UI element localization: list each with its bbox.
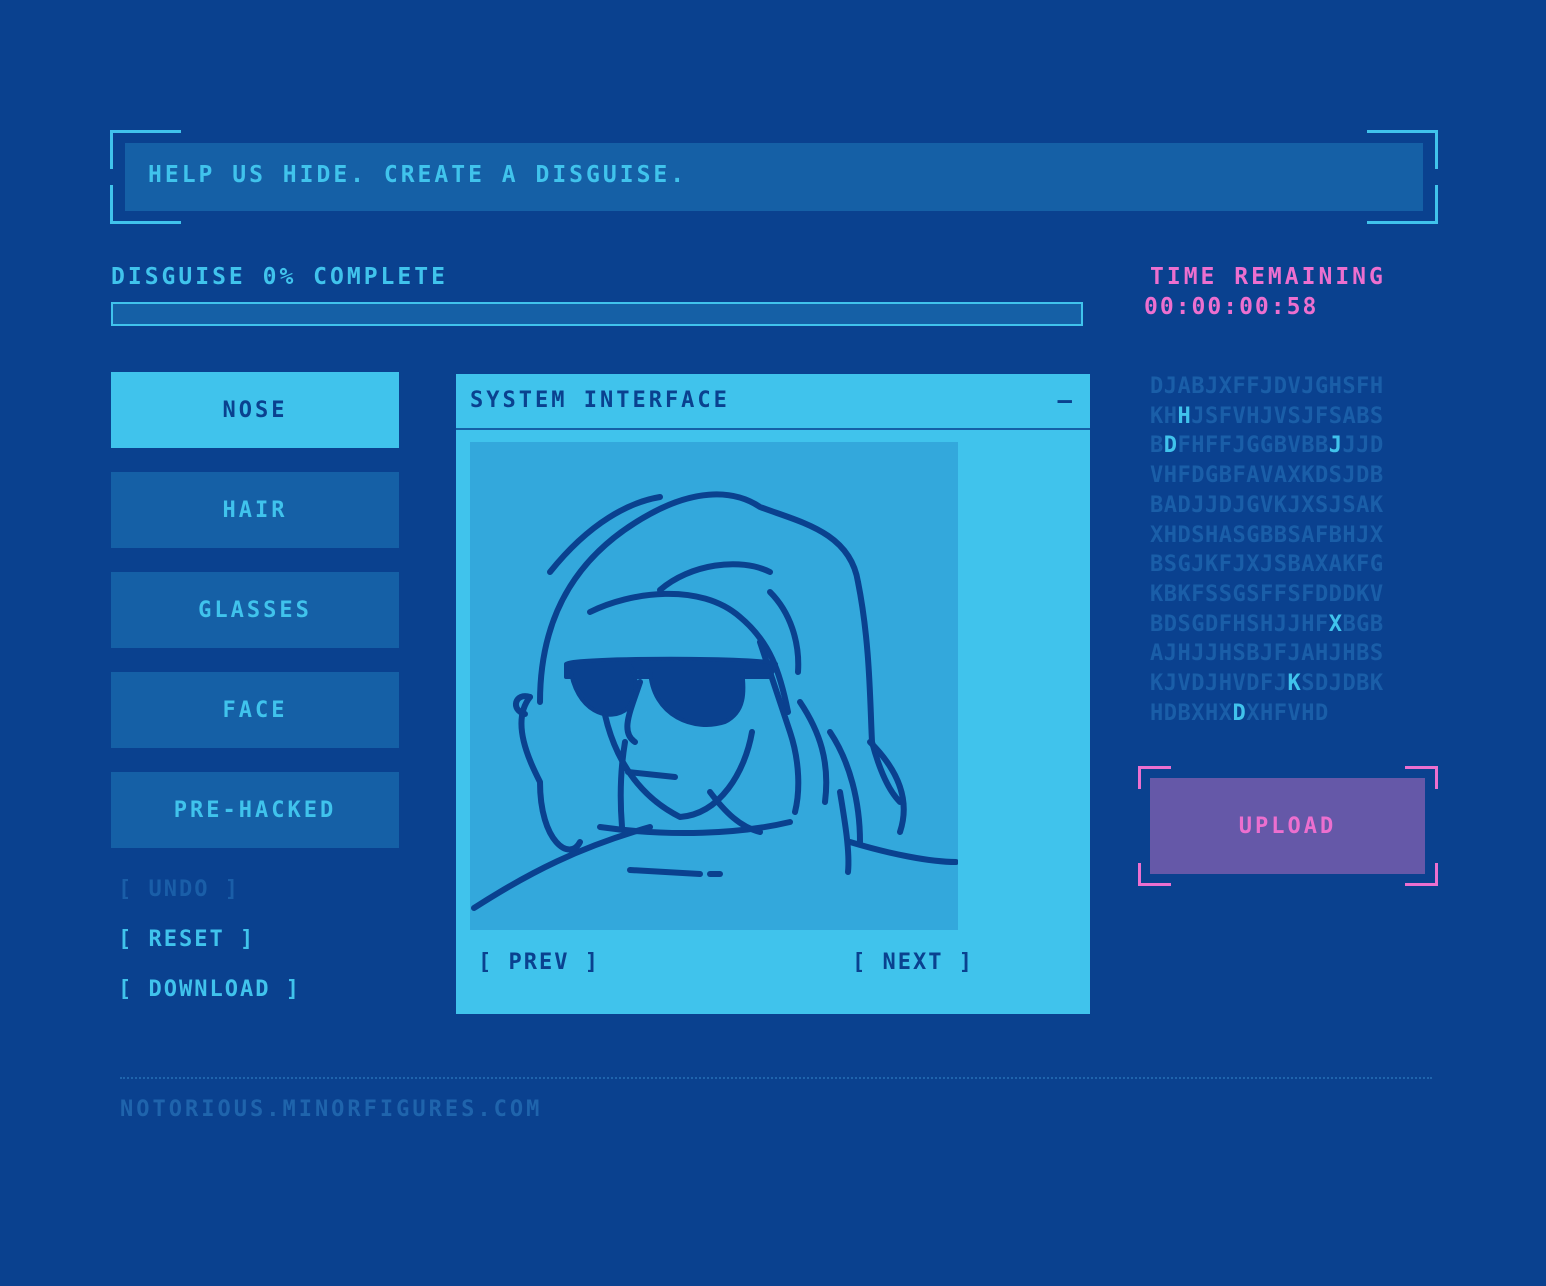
instruction-banner: HELP US HIDE. CREATE A DISGUISE.: [110, 130, 1438, 224]
time-remaining-value: 00:00:00:58: [1144, 294, 1319, 320]
next-button[interactable]: [ NEXT ]: [852, 950, 974, 975]
category-nose-button[interactable]: NOSE: [111, 372, 399, 448]
code-line: HDBXHXDXHFVHD: [1150, 700, 1329, 726]
code-line: BDSGDFHSHJJHFXBGB: [1150, 611, 1384, 637]
system-interface-panel: SYSTEM INTERFACE — [PREV] [NEXT]: [456, 374, 1090, 1014]
progress-label: DISGUISE 0% COMPLETE: [111, 264, 448, 290]
upload-button[interactable]: UPLOAD: [1150, 778, 1425, 874]
category-glasses-button[interactable]: GLASSES: [111, 572, 399, 648]
code-line: BADJJDJGVKJXSJSAK: [1150, 492, 1384, 518]
avatar-portrait: [470, 442, 958, 930]
code-line: DJABJXFFJDVJGHSFH: [1150, 374, 1384, 399]
banner-inner: HELP US HIDE. CREATE A DISGUISE.: [125, 143, 1423, 211]
footer-divider: [120, 1077, 1432, 1079]
code-line: KBKFSSGSFFSFDDDKV: [1150, 581, 1384, 607]
minimize-button[interactable]: —: [1058, 386, 1072, 414]
avatar-illustration: [471, 491, 958, 911]
code-line: XHDSHASGBBSAFBHJX: [1150, 522, 1384, 548]
code-line: KJVDJHVDFJKSDJDBK: [1150, 671, 1384, 697]
category-hair-button[interactable]: HAIR: [111, 472, 399, 548]
code-line: AJHJJHSBJFJAHJHBS: [1150, 641, 1384, 667]
download-button[interactable]: [ DOWNLOAD ]: [118, 977, 301, 1002]
footer-link[interactable]: NOTORIOUS.MINORFIGURES.COM: [120, 1097, 542, 1122]
code-stream: DJABJXFFJDVJGHSFH KHHJSFVHJVSJFSABS BDFH…: [1150, 372, 1384, 728]
code-line: VHFDGBFAVAXKDSJDB: [1150, 463, 1384, 489]
category-face-button[interactable]: FACE: [111, 672, 399, 748]
code-line: BDFHFFJGGBVBBJJJD: [1150, 433, 1384, 459]
undo-button[interactable]: [ UNDO ]: [118, 877, 240, 902]
upload-frame: UPLOAD: [1138, 766, 1438, 886]
time-remaining-label: TIME REMAINING: [1150, 264, 1386, 290]
banner-text: HELP US HIDE. CREATE A DISGUISE.: [148, 162, 688, 188]
panel-header: SYSTEM INTERFACE —: [456, 374, 1090, 430]
prev-button[interactable]: [ PREV ]: [478, 950, 600, 975]
progress-bar: [111, 302, 1083, 326]
category-pre-hacked-button[interactable]: PRE-HACKED: [111, 772, 399, 848]
panel-title: SYSTEM INTERFACE: [470, 388, 730, 413]
reset-button[interactable]: [ RESET ]: [118, 927, 255, 952]
code-line: BSGJKFJXJSBAXAKFG: [1150, 552, 1384, 578]
code-line: KHHJSFVHJVSJFSABS: [1150, 403, 1384, 429]
